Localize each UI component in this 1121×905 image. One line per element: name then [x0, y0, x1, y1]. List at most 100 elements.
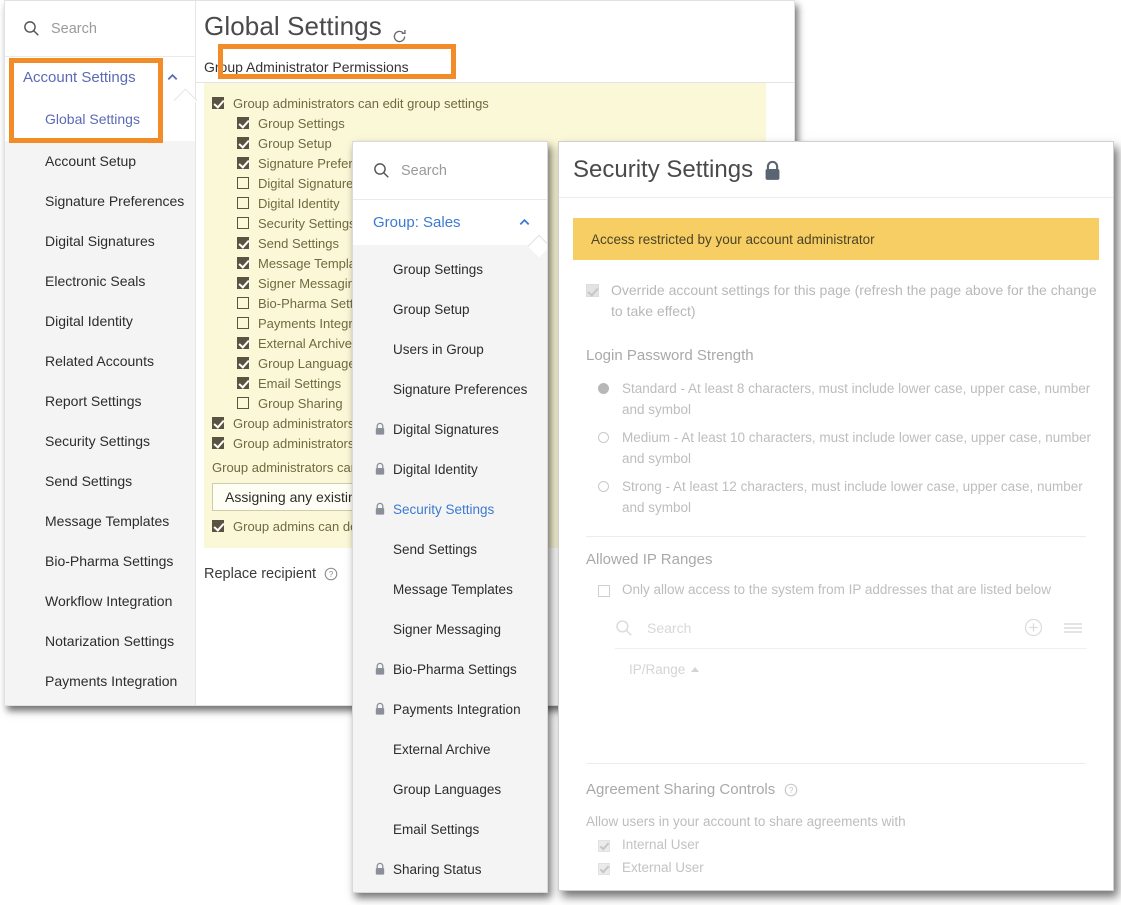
permission-label: External Archive	[258, 336, 352, 351]
chevron-up-icon[interactable]	[166, 71, 179, 84]
checkbox-icon[interactable]	[237, 397, 249, 409]
checkbox-icon[interactable]	[237, 157, 249, 169]
checkbox-icon[interactable]	[237, 297, 249, 309]
sidebar-item-message-templates[interactable]: Message Templates	[5, 501, 195, 541]
radio-label: Medium - At least 10 characters, must in…	[622, 427, 1093, 469]
help-icon[interactable]: ?	[324, 567, 338, 581]
radio-label: Strong - At least 12 characters, must in…	[622, 476, 1093, 518]
group-item-label: Digital Identity	[393, 462, 478, 477]
access-restricted-text: Access restricted by your account admini…	[591, 232, 875, 247]
sidebar-item-signature-preferences[interactable]: Signature Preferences	[5, 181, 195, 221]
sidebar-item-electronic-seals[interactable]: Electronic Seals	[5, 261, 195, 301]
group-selector-label: Group: Sales	[373, 214, 461, 231]
sidebar-item-notarization-settings[interactable]: Notarization Settings	[5, 621, 195, 661]
sharing-option-label: Internal User	[622, 837, 699, 852]
sidebar-search[interactable]: Search	[5, 1, 195, 57]
help-circle-icon: ?	[784, 783, 798, 797]
group-search[interactable]: Search	[353, 142, 547, 200]
checkbox-icon[interactable]	[212, 437, 224, 449]
group-item-email-settings[interactable]: Email Settings	[353, 809, 547, 849]
group-item-label: Bio-Pharma Settings	[393, 662, 517, 677]
group-item-payments-integration[interactable]: Payments Integration	[353, 689, 547, 729]
chevron-up-icon[interactable]	[518, 216, 531, 229]
group-item-security-settings[interactable]: Security Settings	[353, 489, 547, 529]
group-item-group-languages[interactable]: Group Languages	[353, 769, 547, 809]
ip-restrict-label: Only allow access to the system from IP …	[622, 582, 1051, 597]
group-item-send-settings[interactable]: Send Settings	[353, 529, 547, 569]
permission-label: Group Setup	[258, 136, 332, 151]
sidebar-item-bio-pharma-settings[interactable]: Bio-Pharma Settings	[5, 541, 195, 581]
checkbox-icon[interactable]	[237, 317, 249, 329]
sidebar-item-digital-identity[interactable]: Digital Identity	[5, 301, 195, 341]
checkbox-icon[interactable]	[237, 237, 249, 249]
group-item-users-in-group[interactable]: Users in Group	[353, 329, 547, 369]
sidebar-item-security-settings[interactable]: Security Settings	[5, 421, 195, 461]
checkbox-icon[interactable]	[212, 97, 224, 109]
lock-icon	[374, 702, 386, 716]
checkbox-icon[interactable]	[212, 417, 224, 429]
override-label: Override account settings for this page …	[611, 280, 1099, 322]
group-item-external-archive[interactable]: External Archive	[353, 729, 547, 769]
sidebar-item-digital-signatures[interactable]: Digital Signatures	[5, 221, 195, 261]
checkbox-icon[interactable]	[237, 197, 249, 209]
permission-root-row[interactable]: Group administrators can edit group sett…	[204, 93, 766, 113]
checkbox-icon[interactable]	[237, 257, 249, 269]
permission-label: Digital Identity	[258, 196, 340, 211]
group-item-group-setup[interactable]: Group Setup	[353, 289, 547, 329]
agreement-sharing-controls-heading: Agreement Sharing Controls ?	[586, 781, 1099, 798]
checkbox-icon[interactable]	[237, 177, 249, 189]
group-item-label: Signature Preferences	[374, 382, 527, 397]
group-item-signer-messaging[interactable]: Signer Messaging	[353, 609, 547, 649]
checkbox-icon[interactable]	[212, 520, 224, 532]
divider	[586, 763, 1086, 764]
sidebar-item-account-settings[interactable]: Account Settings	[5, 57, 195, 97]
tab-group-administrator-permissions[interactable]: Group Administrator Permissions	[204, 59, 409, 82]
radio-option-standard: Standard - At least 8 characters, must i…	[598, 378, 1093, 420]
checkbox-icon[interactable]	[237, 217, 249, 229]
group-item-message-templates[interactable]: Message Templates	[353, 569, 547, 609]
group-item-digital-signatures[interactable]: Digital Signatures	[353, 409, 547, 449]
sidebar-item-payments-integration[interactable]: Payments Integration	[5, 661, 195, 701]
group-item-group-settings[interactable]: Group Settings	[353, 249, 547, 289]
checkbox-icon[interactable]	[237, 137, 249, 149]
refresh-icon[interactable]	[391, 21, 408, 38]
caret-up-icon	[691, 667, 699, 672]
lock-icon	[374, 662, 386, 676]
search-icon	[23, 20, 40, 37]
checkbox-icon[interactable]	[237, 377, 249, 389]
group-selector[interactable]: Group: Sales	[353, 200, 547, 245]
global-settings-label: Global Settings	[45, 111, 140, 127]
sidebar-item-related-accounts[interactable]: Related Accounts	[5, 341, 195, 381]
account-settings-label: Account Settings	[23, 69, 136, 86]
checkbox-icon[interactable]	[237, 337, 249, 349]
security-settings-header: Security Settings	[559, 142, 1113, 198]
page-title: Global Settings	[196, 1, 794, 42]
ip-search-row: Search	[615, 607, 1087, 649]
group-item-signature-preferences[interactable]: Signature Preferences	[353, 369, 547, 409]
checkbox-icon[interactable]	[237, 117, 249, 129]
checkbox-icon[interactable]	[237, 277, 249, 289]
ip-search-placeholder: Search	[647, 620, 1024, 636]
checkbox-icon	[598, 863, 610, 875]
radio-icon	[598, 432, 609, 443]
access-restricted-banner: Access restricted by your account admini…	[573, 218, 1099, 260]
security-settings-title: Security Settings	[573, 156, 753, 184]
sidebar-item-global-settings[interactable]: Global Settings	[5, 97, 195, 141]
group-item-sharing-status[interactable]: Sharing Status	[353, 849, 547, 889]
sidebar-item-workflow-integration[interactable]: Workflow Integration	[5, 581, 195, 621]
checkbox-icon	[598, 840, 610, 852]
sharing-option-external-user: External User	[598, 860, 1099, 875]
checkbox-icon[interactable]	[237, 357, 249, 369]
group-item-digital-identity[interactable]: Digital Identity	[353, 449, 547, 489]
sidebar-item-report-settings[interactable]: Report Settings	[5, 381, 195, 421]
svg-text:?: ?	[329, 570, 334, 579]
group-item-label: Users in Group	[374, 342, 484, 357]
permission-label: Digital Signatures	[258, 176, 360, 191]
sidebar-item-label: Message Templates	[45, 513, 169, 529]
group-item-label: Signer Messaging	[374, 622, 501, 637]
sidebar-item-account-setup[interactable]: Account Setup	[5, 141, 195, 181]
group-item-bio-pharma-settings[interactable]: Bio-Pharma Settings	[353, 649, 547, 689]
group-item-label: External Archive	[374, 742, 491, 757]
permission-row[interactable]: Group Settings	[204, 113, 766, 133]
sidebar-item-send-settings[interactable]: Send Settings	[5, 461, 195, 501]
